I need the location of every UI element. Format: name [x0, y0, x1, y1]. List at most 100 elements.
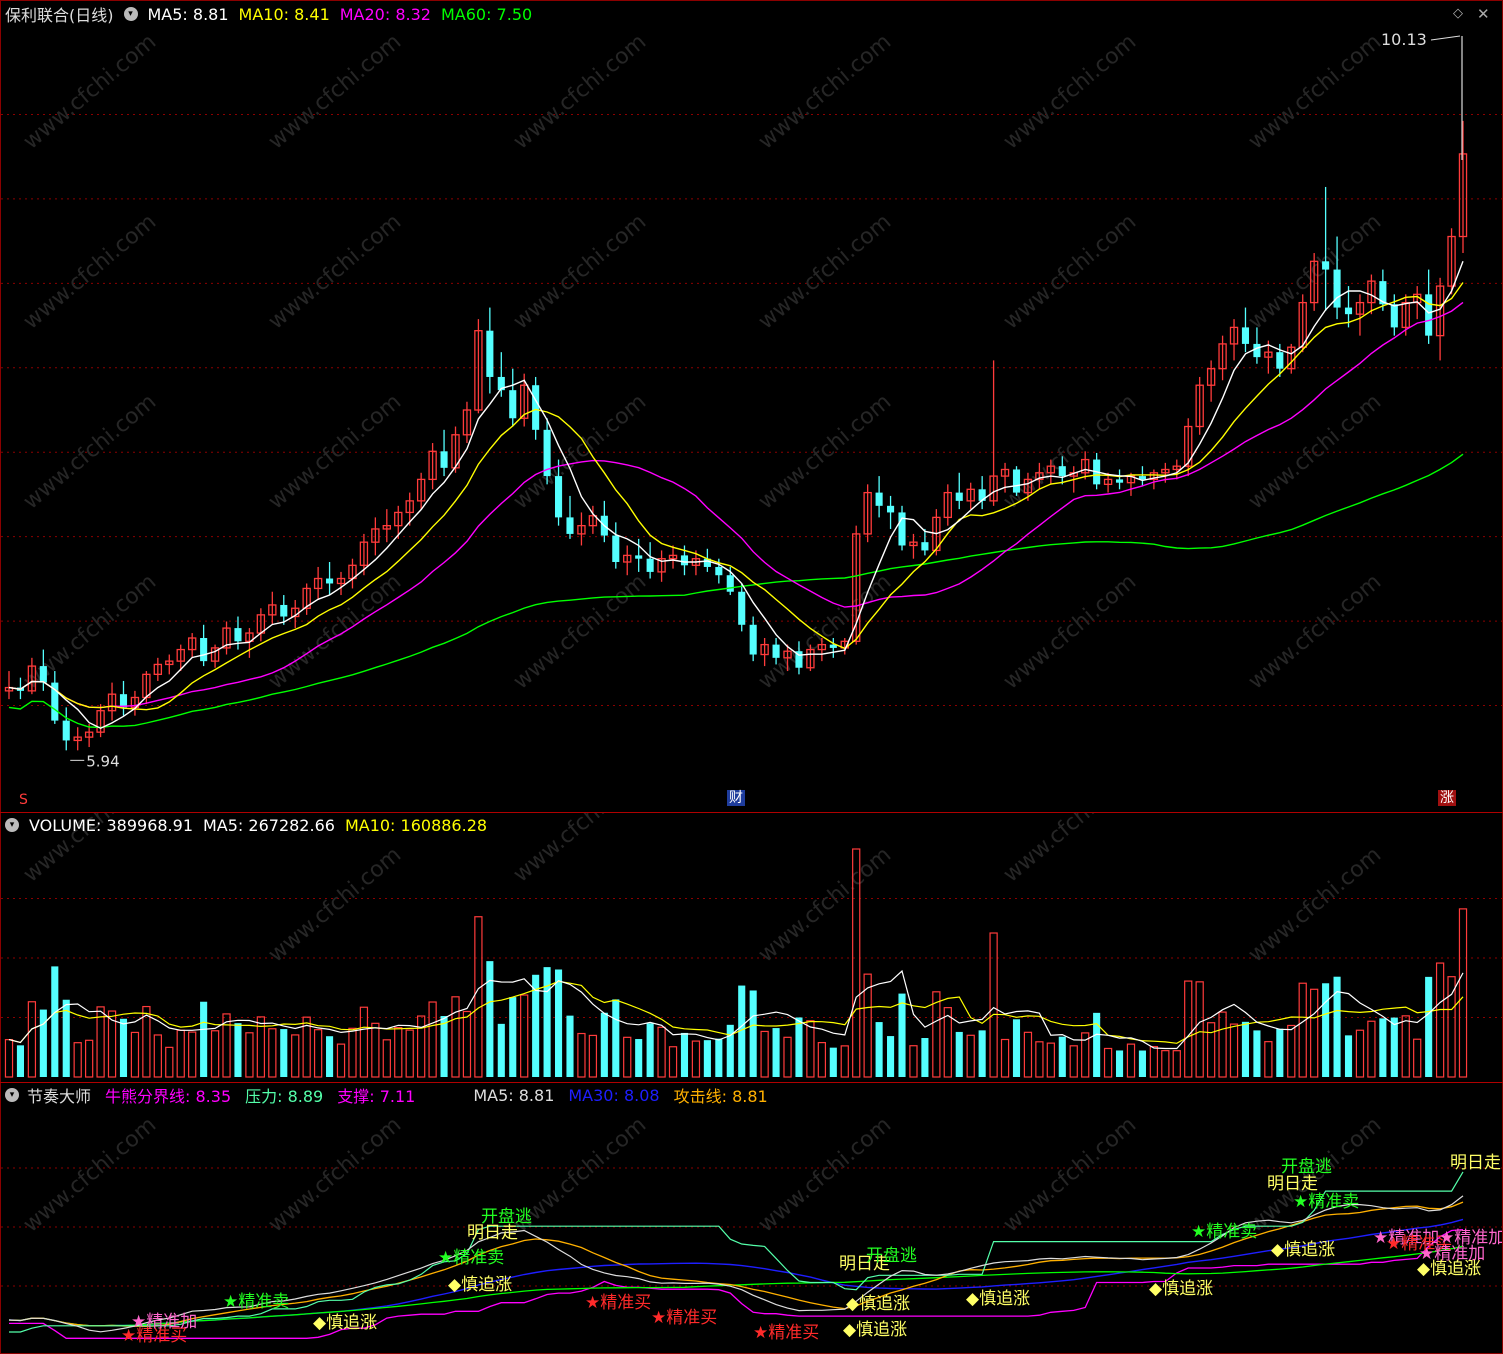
volume-bar	[898, 993, 906, 1077]
candle-body	[1344, 307, 1353, 315]
volume-bar	[635, 1039, 643, 1077]
candle-body	[646, 558, 654, 572]
volume-bar	[566, 1015, 574, 1077]
price-panel[interactable]: www.cfchi.com www.cfchi.com www.cfchi.com w…	[1, 0, 1502, 812]
volume-bar	[543, 967, 551, 1077]
signal-chase: ◆慎追涨	[966, 1289, 1030, 1309]
watermark-text: www.cfchi.com	[754, 842, 896, 967]
high-marker-arrow	[1430, 35, 1461, 41]
bottom-tag-cai[interactable]: 财	[727, 790, 745, 806]
volume-bar	[200, 1001, 208, 1077]
candle-body	[234, 628, 242, 642]
watermark-text: www.cfchi.com	[509, 813, 651, 888]
watermark-text: www.cfchi.com	[999, 389, 1141, 514]
candle-body	[1276, 352, 1284, 369]
volume-bar	[840, 1045, 849, 1078]
volume-bar	[520, 994, 529, 1078]
volume-bar	[1195, 981, 1204, 1078]
candle-body	[1390, 304, 1398, 328]
indicator-chart[interactable]: www.cfchi.com www.cfchi.com www.cfchi.com w…	[1, 1083, 1502, 1352]
volume-bar	[1046, 1042, 1055, 1078]
watermark-text: www.cfchi.com	[509, 209, 651, 334]
price-chart[interactable]: www.cfchi.com www.cfchi.com www.cfchi.com w…	[1, 0, 1502, 812]
volume-bar	[612, 999, 620, 1077]
volume-bar	[875, 1022, 883, 1077]
close-icon[interactable]: ✕	[1477, 5, 1490, 23]
watermark-text: www.cfchi.com	[754, 29, 896, 154]
candle-body	[921, 542, 929, 551]
diamond-icon[interactable]: ◇	[1453, 6, 1463, 21]
volume-bar	[1023, 1031, 1033, 1078]
watermark-text: www.cfchi.com	[754, 569, 896, 694]
volume-bar	[817, 1042, 827, 1078]
volume-panel[interactable]: www.cfchi.com www.cfchi.com www.cfchi.com w…	[1, 813, 1502, 1083]
indicator-name[interactable]: 节奏大师	[27, 1083, 91, 1107]
watermark-text: www.cfchi.com	[999, 569, 1141, 694]
volume-bar	[462, 1010, 472, 1078]
ind-ma5-label: MA5: 8.81	[473, 1085, 555, 1105]
candle-body	[635, 555, 643, 559]
volume-bar	[188, 1031, 197, 1078]
volume-bar	[715, 1038, 723, 1077]
candle-body	[1058, 466, 1066, 477]
volume-bar	[1103, 1047, 1113, 1078]
volume-bar	[394, 1027, 403, 1078]
bottom-tag-s[interactable]: S	[17, 792, 30, 808]
indicator-panel[interactable]: www.cfchi.com www.cfchi.com www.cfchi.com w…	[1, 1083, 1502, 1352]
volume-bar	[1253, 1030, 1261, 1077]
watermark-text: www.cfchi.com	[264, 389, 406, 514]
volume-bar	[909, 1045, 918, 1078]
stock-title[interactable]: 保利联合(日线)	[5, 2, 114, 26]
volume-bar	[1298, 982, 1307, 1078]
dropdown-icon[interactable]: ▾	[123, 7, 138, 21]
volume-bar	[51, 966, 59, 1077]
signal-add: ★精准加	[131, 1312, 197, 1332]
candle-body	[738, 591, 746, 625]
volume-bar	[1218, 1011, 1227, 1078]
watermark-text: www.cfchi.com	[999, 813, 1141, 888]
signal-flee: 开盘逃	[481, 1207, 532, 1227]
volume-bar	[1458, 908, 1468, 1078]
volume-bar	[16, 1045, 24, 1077]
candle-body	[326, 578, 334, 584]
volume-bar	[451, 996, 460, 1078]
volume-bar	[1138, 1050, 1146, 1077]
signal-tomorrow: 明日走	[1267, 1174, 1318, 1194]
signal-buy: ★精准买	[651, 1308, 717, 1328]
candle-body	[62, 720, 70, 741]
volume-bar	[1355, 1029, 1365, 1078]
volume-bar	[657, 1026, 666, 1078]
volume-bar	[1229, 1023, 1239, 1078]
volume-bar	[1012, 1019, 1021, 1077]
ma10-label: MA10: 8.41	[238, 4, 330, 24]
dropdown-icon[interactable]: ▾	[5, 818, 19, 832]
volume-bar	[1149, 1045, 1159, 1078]
pressure-label: 压力: 8.89	[245, 1087, 324, 1106]
volume-bar	[245, 1032, 254, 1078]
volume-bar	[165, 1046, 174, 1078]
bottom-tag-zhang[interactable]: 涨	[1438, 790, 1456, 806]
ma5-label: MA5: 8.81	[147, 4, 229, 24]
volume-bar	[1367, 1020, 1376, 1078]
volume-label: VOLUME: 389968.91	[29, 815, 193, 835]
bull-bear-label: 牛熊分界线: 8.35	[105, 1087, 232, 1106]
volume-bar	[313, 1029, 323, 1078]
volume-bar	[668, 1046, 678, 1078]
volume-bar	[130, 1031, 140, 1078]
volume-bar	[428, 1001, 437, 1078]
volume-bar	[921, 1038, 929, 1077]
volume-bar	[726, 1024, 734, 1077]
volume-bar	[497, 1023, 505, 1077]
volume-bar	[554, 969, 563, 1077]
volume-bar	[680, 1032, 689, 1077]
volume-chart[interactable]: www.cfchi.com www.cfchi.com www.cfchi.com w…	[1, 813, 1502, 1083]
volume-bar	[1344, 1035, 1353, 1077]
volume-bar	[4, 1039, 14, 1078]
support-label: 支撑: 7.11	[337, 1087, 416, 1106]
candle-body	[1333, 269, 1341, 308]
volume-bar	[1206, 1022, 1216, 1078]
signal-chase: ◆慎追涨	[1149, 1279, 1213, 1299]
candle-body	[1012, 469, 1021, 493]
dropdown-icon[interactable]: ▾	[5, 1088, 19, 1102]
watermark-text: www.cfchi.com	[264, 842, 406, 967]
